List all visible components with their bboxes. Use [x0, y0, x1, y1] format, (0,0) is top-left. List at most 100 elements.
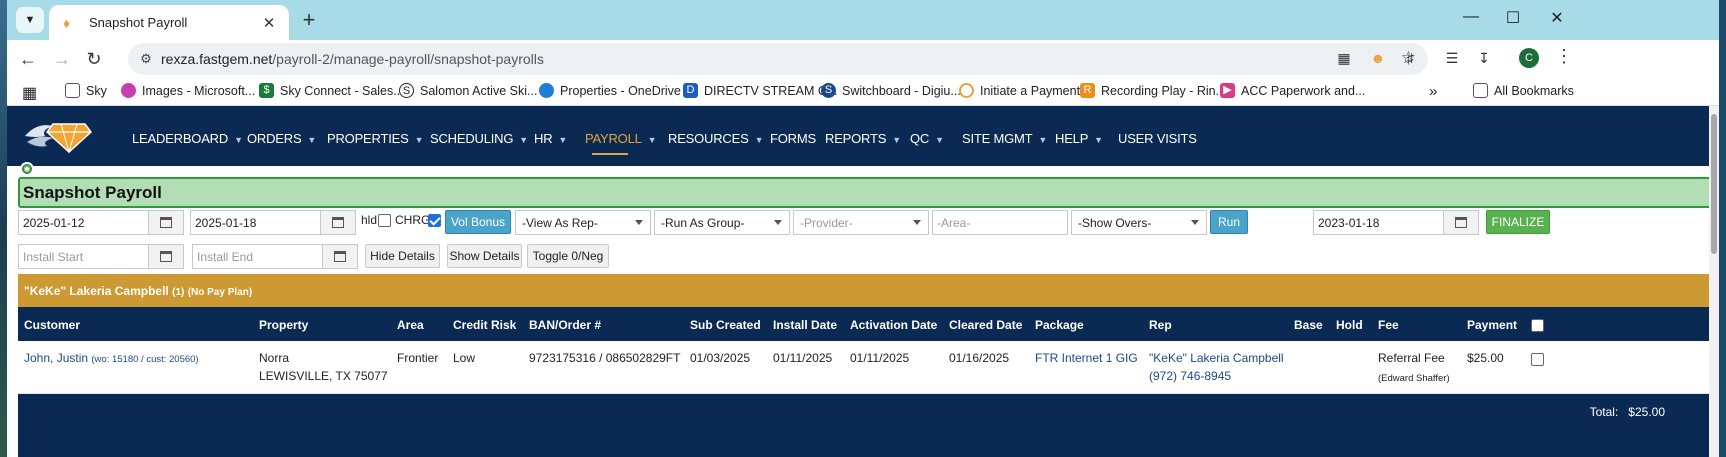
col-payment[interactable]: Payment — [1467, 318, 1517, 332]
browser-menu-icon[interactable]: ⋮ — [1555, 46, 1573, 67]
chrg-checkbox[interactable] — [428, 214, 441, 227]
profile-avatar[interactable]: C — [1519, 48, 1539, 68]
site-info-icon[interactable]: ⚙ — [136, 49, 156, 69]
col-rep[interactable]: Rep — [1149, 318, 1172, 332]
window-close-icon[interactable]: ✕ — [1545, 8, 1569, 28]
show-details-button[interactable]: Show Details — [447, 244, 522, 268]
col-package[interactable]: Package — [1035, 318, 1084, 332]
bookmark-item[interactable]: Sky — [65, 83, 107, 98]
folder-icon — [65, 83, 80, 98]
col-property[interactable]: Property — [259, 318, 308, 332]
nav-hr[interactable]: HR ▼ — [534, 131, 567, 146]
bookmark-item[interactable]: S Switchboard - Digiu... — [821, 83, 961, 98]
browser-tab-active[interactable]: ♦ Snapshot Payroll ✕ — [49, 5, 289, 40]
install-end-calendar-icon[interactable] — [322, 244, 358, 269]
col-customer[interactable]: Customer — [24, 318, 80, 332]
col-activation-date[interactable]: Activation Date — [850, 318, 937, 332]
ringcentral-icon: R — [1080, 83, 1095, 98]
nav-help[interactable]: HELP ▼ — [1055, 131, 1103, 146]
tab-close-icon[interactable]: ✕ — [259, 14, 279, 32]
new-tab-icon[interactable]: + — [297, 9, 321, 33]
bookmark-item[interactable]: S Salomon Active Ski... — [399, 83, 537, 98]
bookmark-item[interactable]: $ Sky Connect - Sales... — [259, 83, 404, 98]
diamond-flame-logo-icon[interactable] — [23, 116, 93, 156]
extensions-puzzle-icon[interactable]: ♯ — [1399, 47, 1421, 69]
nav-orders[interactable]: ORDERS ▼ — [247, 131, 316, 146]
run-as-group-select[interactable]: -Run As Group- — [654, 210, 790, 235]
col-base[interactable]: Base — [1294, 318, 1323, 332]
scrollbar-thumb[interactable] — [1711, 114, 1717, 254]
nav-leaderboard[interactable]: LEADERBOARD ▼ — [132, 131, 243, 146]
col-hold[interactable]: Hold — [1336, 318, 1363, 332]
bookmark-item[interactable]: R Recording Play - Rin... — [1080, 83, 1226, 98]
page-title: Snapshot Payroll — [23, 183, 162, 202]
col-ban-order[interactable]: BAN/Order # — [529, 318, 601, 332]
tab-search-chevron-icon[interactable]: ▼ — [16, 7, 44, 33]
tab-title: Snapshot Payroll — [89, 15, 188, 30]
provider-select[interactable]: -Provider- — [793, 210, 929, 235]
row-select-checkbox[interactable] — [1531, 353, 1544, 366]
bookmark-item[interactable]: Properties - OneDrive — [539, 83, 681, 98]
hld-checkbox[interactable] — [378, 214, 391, 227]
area-input[interactable]: -Area- — [932, 210, 1068, 235]
all-bookmarks[interactable]: All Bookmarks — [1473, 83, 1574, 98]
toggle-zero-neg-button[interactable]: Toggle 0/Neg — [527, 244, 609, 268]
address-bar[interactable]: ⚙ rexza.fastgem.net/payroll-2/manage-pay… — [128, 43, 1428, 75]
end-date-calendar-icon[interactable] — [320, 210, 356, 235]
nav-payroll[interactable]: PAYROLL ▼ — [585, 131, 657, 146]
vol-bonus-button[interactable]: Vol Bonus — [445, 210, 511, 234]
finalize-button[interactable]: FINALIZE — [1486, 210, 1550, 234]
nav-properties[interactable]: PROPERTIES ▼ — [327, 131, 423, 146]
col-credit-risk[interactable]: Credit Risk — [453, 318, 516, 332]
bookmark-item[interactable]: ▶ ACC Paperwork and... — [1220, 83, 1365, 98]
nav-scheduling[interactable]: SCHEDULING ▼ — [430, 131, 528, 146]
nav-site-mgmt[interactable]: SITE MGMT ▼ — [962, 131, 1047, 146]
download-icon[interactable]: ↧ — [1473, 47, 1495, 69]
select-all-checkbox[interactable] — [1531, 319, 1544, 332]
extension-person-icon[interactable]: ☻ — [1367, 47, 1389, 69]
rep-name-link[interactable]: "KeKe" Lakeria Campbell — [1149, 351, 1284, 365]
forward-arrow-icon[interactable]: → — [49, 46, 75, 72]
hide-details-button[interactable]: Hide Details — [365, 244, 440, 268]
extension-icon[interactable]: ▦ — [1333, 47, 1355, 69]
col-fee[interactable]: Fee — [1378, 318, 1399, 332]
rep-group-name[interactable]: "KeKe" Lakeria Campbell (1) (No Pay Plan… — [24, 284, 252, 298]
maximize-icon[interactable]: ☐ — [1501, 8, 1525, 28]
col-sub-created[interactable]: Sub Created — [690, 318, 761, 332]
vertical-scrollbar[interactable] — [1709, 106, 1719, 457]
end-date-input[interactable]: 2025-01-18 — [190, 210, 321, 235]
view-as-rep-select[interactable]: -View As Rep- — [515, 210, 651, 235]
col-area[interactable]: Area — [397, 318, 424, 332]
media-queue-icon[interactable]: ☰ — [1441, 47, 1463, 69]
bookmarks-overflow[interactable]: » — [1429, 83, 1437, 100]
rep-phone-link[interactable]: (972) 746-8945 — [1149, 369, 1231, 383]
install-start-input[interactable]: Install Start — [18, 244, 149, 269]
start-date-input[interactable]: 2025-01-12 — [18, 210, 149, 235]
select-caret-icon — [913, 220, 921, 225]
finalize-date-calendar-icon[interactable] — [1443, 210, 1479, 235]
col-cleared-date[interactable]: Cleared Date — [949, 318, 1022, 332]
reload-icon[interactable]: ↻ — [81, 46, 107, 72]
run-button[interactable]: Run — [1210, 210, 1248, 234]
start-date-calendar-icon[interactable] — [148, 210, 184, 235]
minimize-icon[interactable]: — — [1459, 8, 1483, 26]
finalize-date-input[interactable]: 2023-01-18 — [1313, 210, 1444, 235]
install-end-input[interactable]: Install End — [192, 244, 323, 269]
bookmark-item[interactable]: Initiate a Payment — [959, 83, 1080, 98]
table-row: John, Justin (wo: 15180 / cust: 20560) N… — [18, 341, 1713, 394]
nav-reports[interactable]: REPORTS ▼ — [825, 131, 901, 146]
nav-qc[interactable]: QC ▼ — [910, 131, 944, 146]
customer-link[interactable]: John, Justin (wo: 15180 / cust: 20560) — [24, 351, 199, 365]
back-arrow-icon[interactable]: ← — [15, 46, 41, 72]
show-overs-select[interactable]: -Show Overs- — [1071, 210, 1207, 235]
apps-grid-icon[interactable]: ▦ — [22, 83, 37, 103]
nav-user-visits[interactable]: USER VISITS — [1118, 131, 1197, 146]
bookmark-item[interactable]: D DIRECTV STREAM C... — [683, 83, 837, 98]
rep-group-header: "KeKe" Lakeria Campbell (1) (No Pay Plan… — [18, 274, 1713, 307]
col-install-date[interactable]: Install Date — [773, 318, 837, 332]
nav-forms[interactable]: FORMS — [770, 131, 816, 146]
nav-resources[interactable]: RESOURCES ▼ — [668, 131, 763, 146]
property-name: Norra — [259, 351, 290, 365]
bookmark-item[interactable]: Images - Microsoft... — [121, 83, 255, 98]
install-start-calendar-icon[interactable] — [148, 244, 184, 269]
